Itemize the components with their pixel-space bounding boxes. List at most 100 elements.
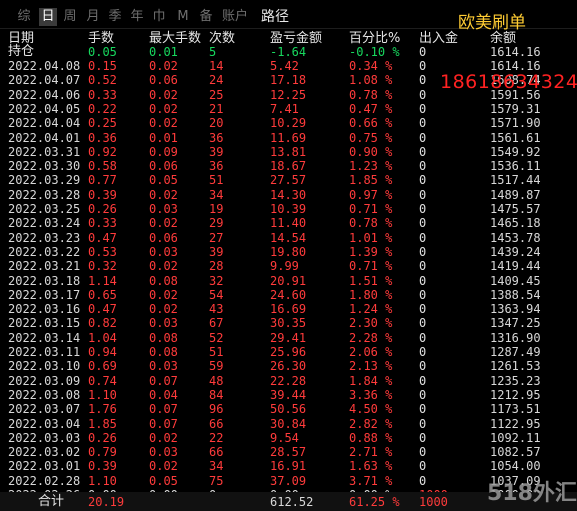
- table-row[interactable]: 2022.03.25 0.26 0.03 19 10.39 0.71 % 0 1475.57: [0, 202, 577, 216]
- percent-cell: 2.28 %: [349, 330, 393, 345]
- percent-cell: 0.71 %: [349, 259, 393, 274]
- table-row[interactable]: 2022.03.30 0.58 0.06 36 18.67 1.23 % 0 1536.11: [0, 159, 577, 173]
- balance-cell: 1347.25: [490, 316, 541, 331]
- count-cell: 22: [209, 430, 224, 445]
- table-row[interactable]: 2022.03.15 0.82 0.03 67 30.35 2.30 % 0 1347.25: [0, 316, 577, 330]
- deposit-cell: 0: [419, 59, 427, 73]
- table-row[interactable]: 2022.03.21 0.32 0.02 28 9.99 0.71 % 0 1419.44: [0, 259, 577, 273]
- count-cell: 34: [209, 459, 224, 474]
- deposit-cell: 0: [419, 459, 427, 474]
- tab-1[interactable]: 日: [39, 8, 57, 26]
- table-row[interactable]: 2022.03.10 0.69 0.03 59 26.30 2.13 % 0 1261.53: [0, 359, 577, 373]
- count-cell: 20: [209, 116, 224, 131]
- table-row[interactable]: 2022.04.05 0.22 0.02 21 7.41 0.47 % 0 1579.31: [0, 102, 577, 116]
- table-row[interactable]: 2022.04.04 0.25 0.02 20 10.29 0.66 % 0 1571.90: [0, 116, 577, 130]
- profit-cell: 28.57: [270, 445, 307, 460]
- position-percent: -0.10 %: [349, 45, 400, 59]
- max-lots-cell: 0.02: [149, 459, 178, 474]
- table-row[interactable]: 2022.04.01 0.36 0.01 36 11.69 0.75 % 0 1561.61: [0, 131, 577, 145]
- balance-cell: 1489.87: [490, 187, 541, 202]
- tab-5[interactable]: 年: [128, 8, 146, 26]
- date-cell: 2022.03.08: [8, 387, 81, 402]
- table-row[interactable]: 2022.03.31 0.92 0.09 39 13.81 0.90 % 0 1549.92: [0, 145, 577, 159]
- table-row[interactable]: 2022.03.16 0.47 0.02 43 16.69 1.24 % 0 1363.94: [0, 302, 577, 316]
- deposit-cell: 0: [419, 116, 427, 131]
- deposit-cell: 0: [419, 101, 427, 116]
- open-position-row[interactable]: 持仓 0.05 0.01 5 -1.64 -0.10 % 0 1614.16: [0, 45, 577, 60]
- table-row[interactable]: 2022.03.17 0.65 0.02 54 24.60 1.80 % 0 1388.54: [0, 288, 577, 302]
- date-cell: 2022.03.03: [8, 430, 81, 445]
- table-row[interactable]: 2022.03.01 0.39 0.02 34 16.91 1.63 % 0 1054.00: [0, 459, 577, 473]
- tab-8[interactable]: 备: [197, 8, 215, 26]
- column-header-percent[interactable]: 百分比%: [349, 31, 400, 46]
- balance-cell: 1082.57: [490, 445, 541, 460]
- tab-4[interactable]: 季: [106, 8, 124, 26]
- profit-cell: 14.54: [270, 230, 307, 245]
- count-cell: 84: [209, 387, 224, 402]
- tab-9[interactable]: 账户: [219, 8, 251, 26]
- balance-cell: 1453.78: [490, 230, 541, 245]
- balance-cell: 1517.44: [490, 173, 541, 188]
- column-header-profit[interactable]: 盈亏金额: [270, 31, 322, 46]
- table-row[interactable]: 2022.03.08 1.10 0.04 84 39.44 3.36 % 0 1212.95: [0, 388, 577, 402]
- position-lots: 0.05: [88, 45, 117, 59]
- table-row[interactable]: 2022.03.29 0.77 0.05 51 27.57 1.85 % 0 1517.44: [0, 173, 577, 187]
- date-cell: 2022.04.01: [8, 130, 81, 145]
- tab-6[interactable]: 巾: [150, 8, 168, 26]
- tab-3[interactable]: 月: [84, 8, 102, 26]
- max-lots-cell: 0.03: [149, 445, 178, 460]
- percent-cell: 1.24 %: [349, 302, 393, 317]
- date-cell: 2022.03.09: [8, 373, 81, 388]
- percent-cell: 0.90 %: [349, 144, 393, 159]
- column-header-lots[interactable]: 手数: [88, 31, 114, 46]
- date-cell: 2022.03.28: [8, 187, 81, 202]
- table-row[interactable]: 2022.03.22 0.53 0.03 39 19.80 1.39 % 0 1439.24: [0, 245, 577, 259]
- count-cell: 51: [209, 173, 224, 188]
- count-cell: 32: [209, 273, 224, 288]
- table-row[interactable]: 2022.03.14 1.04 0.08 52 29.41 2.28 % 0 1316.90: [0, 331, 577, 345]
- deposit-cell: 0: [419, 173, 427, 188]
- table-row[interactable]: 2022.03.09 0.74 0.07 48 22.28 1.84 % 0 1235.23: [0, 374, 577, 388]
- table-row[interactable]: 2022.03.11 0.94 0.08 51 25.96 2.06 % 0 1287.49: [0, 345, 577, 359]
- count-cell: 96: [209, 402, 224, 417]
- count-cell: 36: [209, 130, 224, 145]
- max-lots-cell: 0.02: [149, 259, 178, 274]
- total-lots: 20.19: [88, 495, 125, 509]
- profit-cell: 9.54: [270, 430, 299, 445]
- max-lots-cell: 0.06: [149, 230, 178, 245]
- tab-0[interactable]: 综: [15, 8, 33, 26]
- column-header-deposit[interactable]: 出入金: [419, 31, 458, 46]
- column-header-count[interactable]: 次数: [209, 31, 235, 46]
- max-lots-cell: 0.01: [149, 130, 178, 145]
- profit-cell: 30.84: [270, 416, 307, 431]
- tab-10[interactable]: 路径: [258, 8, 292, 26]
- table-row[interactable]: 2022.03.28 0.39 0.02 34 14.30 0.97 % 0 1489.87: [0, 188, 577, 202]
- date-cell: 2022.03.07: [8, 402, 81, 417]
- tab-2[interactable]: 周: [61, 8, 79, 26]
- percent-cell: 0.47 %: [349, 101, 393, 116]
- contact-phone: 18618634324: [440, 71, 577, 93]
- column-header-max-lots[interactable]: 最大手数: [149, 31, 201, 46]
- table-row[interactable]: 2022.03.04 1.85 0.07 66 30.84 2.82 % 0 1122.95: [0, 417, 577, 431]
- deposit-cell: 0: [419, 316, 427, 331]
- table-row[interactable]: 2022.03.02 0.79 0.03 66 28.57 2.71 % 0 1082.57: [0, 445, 577, 459]
- lots-cell: 0.65: [88, 287, 117, 302]
- date-cell: 2022.03.30: [8, 159, 81, 174]
- table-row[interactable]: 2022.03.24 0.33 0.02 29 11.40 0.78 % 0 1465.18: [0, 216, 577, 230]
- table-row[interactable]: 2022.03.18 1.14 0.08 32 20.91 1.51 % 0 1409.45: [0, 274, 577, 288]
- balance-cell: 1475.57: [490, 202, 541, 216]
- date-cell: 2022.03.24: [8, 216, 81, 231]
- site-watermark: 518外汇网: [487, 481, 577, 506]
- column-header-balance[interactable]: 余额: [490, 31, 516, 46]
- table-row[interactable]: 2022.03.23 0.47 0.06 27 14.54 1.01 % 0 1453.78: [0, 231, 577, 245]
- table-row[interactable]: 2022.03.03 0.26 0.02 22 9.54 0.88 % 0 1092.11: [0, 431, 577, 445]
- percent-cell: 0.97 %: [349, 187, 393, 202]
- lots-cell: 0.47: [88, 302, 117, 317]
- balance-cell: 1388.54: [490, 287, 541, 302]
- balance-cell: 1536.11: [490, 159, 541, 174]
- table-row[interactable]: 2022.03.07 1.76 0.07 96 50.56 4.50 % 0 1173.51: [0, 402, 577, 416]
- balance-cell: 1261.53: [490, 359, 541, 374]
- tab-7[interactable]: M: [174, 8, 192, 26]
- lots-cell: 0.25: [88, 116, 117, 131]
- profit-cell: 29.41: [270, 330, 307, 345]
